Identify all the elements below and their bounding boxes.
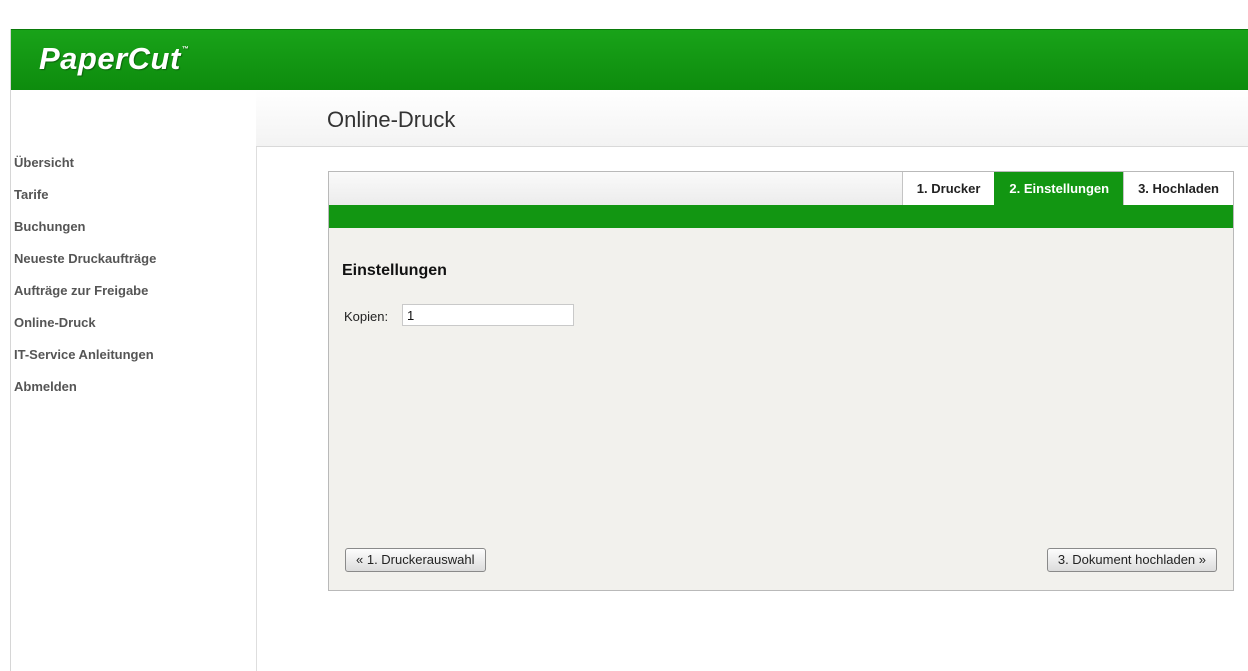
- sidebar-item-online-druck[interactable]: Online-Druck: [11, 315, 156, 347]
- tab-drucker[interactable]: 1. Drucker: [901, 172, 995, 205]
- section-heading: Einstellungen: [342, 262, 447, 279]
- papercut-logo[interactable]: PaperCut™: [39, 41, 189, 77]
- wizard-panel: 1. Drucker 2. Einstellungen 3. Hochladen…: [328, 171, 1234, 591]
- title-bar: Online-Druck: [256, 90, 1248, 147]
- sidebar-nav: Übersicht Tarife Buchungen Neueste Druck…: [11, 155, 156, 411]
- sidebar-item-it-service-anleitungen[interactable]: IT-Service Anleitungen: [11, 347, 156, 379]
- tab-einstellungen[interactable]: 2. Einstellungen: [994, 172, 1124, 205]
- tab-hochladen[interactable]: 3. Hochladen: [1123, 172, 1233, 205]
- logo-text: PaperCut: [39, 41, 181, 76]
- wizard-green-bar: [329, 205, 1233, 228]
- page-title: Online-Druck: [327, 107, 456, 132]
- sidebar-item-uebersicht[interactable]: Übersicht: [11, 155, 156, 187]
- copies-label: Kopien:: [344, 309, 389, 324]
- sidebar-item-tarife[interactable]: Tarife: [11, 187, 156, 219]
- sidebar-item-abmelden[interactable]: Abmelden: [11, 379, 156, 411]
- sidebar-item-buchungen[interactable]: Buchungen: [11, 219, 156, 251]
- upload-document-button[interactable]: 3. Dokument hochladen »: [1046, 548, 1217, 572]
- sidebar-item-neueste-druckauftraege[interactable]: Neueste Druckaufträge: [11, 251, 156, 283]
- page-frame: PaperCut™ Übersicht Tarife Buchungen Neu…: [10, 29, 1248, 671]
- copies-input[interactable]: [402, 304, 574, 326]
- wizard-tabs: 1. Drucker 2. Einstellungen 3. Hochladen: [901, 172, 1233, 205]
- previous-printer-selection-button[interactable]: « 1. Druckerauswahl: [345, 548, 486, 572]
- sidebar-item-auftraege-zur-freigabe[interactable]: Aufträge zur Freigabe: [11, 283, 156, 315]
- trademark-mark: ™: [181, 46, 190, 53]
- sidebar: Übersicht Tarife Buchungen Neueste Druck…: [11, 90, 257, 671]
- wizard-tabbar: 1. Drucker 2. Einstellungen 3. Hochladen: [329, 172, 1233, 205]
- header-bar: PaperCut™: [11, 29, 1248, 91]
